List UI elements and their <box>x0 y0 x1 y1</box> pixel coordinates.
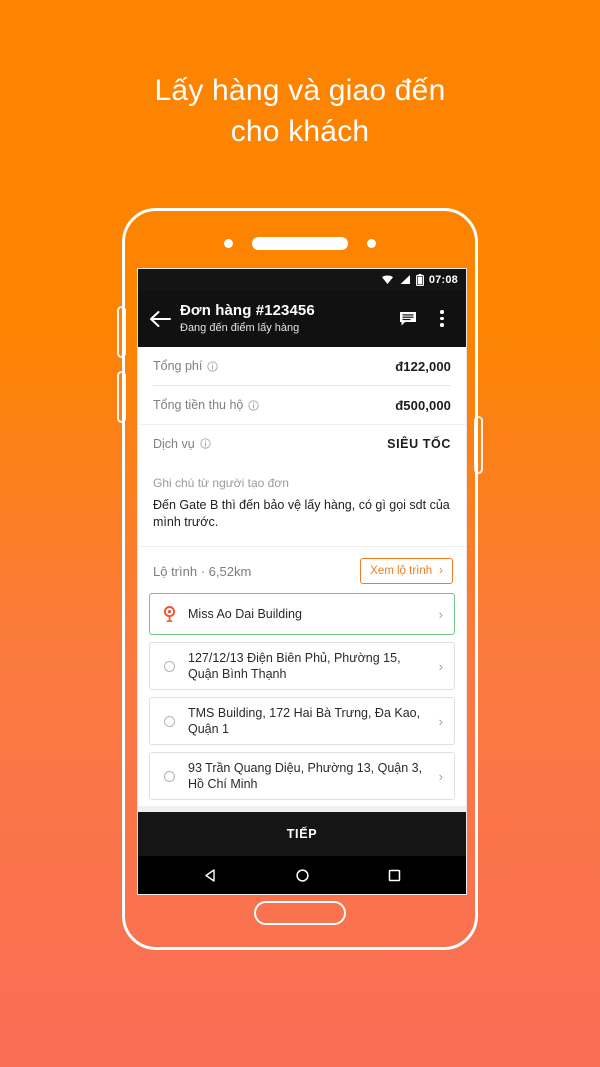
total-fee-label-text: Tổng phí <box>153 359 203 373</box>
route-item-text: 127/12/13 Điện Biên Phủ, Phường 15, Quận… <box>188 651 401 682</box>
chevron-right-icon: › <box>438 713 443 729</box>
total-fee-value: đ122,000 <box>395 358 451 374</box>
volume-up-button[interactable] <box>117 306 126 358</box>
route-header: Lộ trình · 6,52km Xem lộ trình › <box>138 547 466 594</box>
order-content: Tổng phí đ122,000 Tổng tiền thu hộ đ500,… <box>138 347 466 812</box>
info-icon[interactable] <box>200 438 211 449</box>
route-item-text: Miss Ao Dai Building <box>188 607 302 622</box>
android-recents-icon[interactable] <box>379 860 409 890</box>
chevron-right-icon: › <box>438 606 443 622</box>
cod-total-label: Tổng tiền thu hộ <box>153 398 260 412</box>
chevron-right-icon: › <box>438 768 443 784</box>
status-bar-time: 07:08 <box>428 273 458 286</box>
phone-home-button[interactable] <box>254 901 346 925</box>
service-label-text: Dịch vụ <box>153 436 195 451</box>
phone-speaker-row <box>125 236 475 250</box>
android-nav-bar <box>138 856 466 894</box>
info-icon[interactable] <box>248 399 260 411</box>
android-home-icon[interactable] <box>287 860 317 890</box>
note-text: Đến Gate B thì đến bảo vệ lấy hàng, có g… <box>153 498 450 530</box>
row-cod-total[interactable]: Tổng tiền thu hộ đ500,000 <box>138 386 466 424</box>
phone-screen: 07:08 Đơn hàng #123456 Đang đến điểm lấy… <box>137 268 467 895</box>
info-icon[interactable] <box>207 360 218 372</box>
row-service[interactable]: Dịch vụ SIÊU TỐC <box>138 425 466 463</box>
app-bar-titles: Đơn hàng #123456 Đang đến điểm lấy hàng <box>180 302 398 336</box>
order-status-subtitle: Đang đến điểm lấy hàng <box>180 321 300 334</box>
route-item-stop-2[interactable]: TMS Building, 172 Hai Bà Trưng, Đa Kao, … <box>149 697 455 746</box>
headline-line-1: Lấy hàng và giao đến <box>154 74 446 107</box>
phone-frame: 07:08 Đơn hàng #123456 Đang đến điểm lấy… <box>117 208 483 950</box>
camera-dot-icon <box>367 238 376 248</box>
speaker-grille-icon <box>252 236 348 250</box>
chevron-right-icon: › <box>439 565 443 578</box>
row-total-fee[interactable]: Tổng phí đ122,000 <box>138 347 466 385</box>
service-label: Dịch vụ <box>153 437 211 451</box>
cod-total-value: đ500,000 <box>395 397 451 413</box>
back-arrow-icon[interactable] <box>147 306 173 332</box>
app-bar: Đơn hàng #123456 Đang đến điểm lấy hàng <box>138 290 466 347</box>
view-route-button-label: Xem lộ trình <box>370 565 433 578</box>
route-item-stop-1[interactable]: 127/12/13 Điện Biên Phủ, Phường 15, Quận… <box>149 642 455 691</box>
order-title: Đơn hàng #123456 <box>180 301 315 319</box>
route-list: Miss Ao Dai Building › 127/12/13 Điện Bi… <box>138 593 466 807</box>
view-route-button[interactable]: Xem lộ trình › <box>360 558 453 585</box>
route-item-pickup[interactable]: Miss Ao Dai Building › <box>149 593 455 636</box>
route-item-stop-3[interactable]: 93 Trần Quang Diệu, Phường 13, Quận 3, H… <box>149 752 455 801</box>
pin-icon <box>161 606 177 622</box>
page-headline: Lấy hàng và giao đến cho khách <box>0 70 600 152</box>
circle-icon <box>161 715 177 727</box>
battery-icon <box>415 273 424 286</box>
circle-icon <box>161 770 177 782</box>
overflow-menu-icon[interactable] <box>432 308 452 330</box>
status-bar: 07:08 <box>138 269 466 290</box>
chevron-right-icon: › <box>438 658 443 674</box>
headline-line-2: cho khách <box>230 115 370 148</box>
app-bar-actions <box>398 308 455 330</box>
sensor-dot-icon <box>224 238 233 248</box>
service-card: Dịch vụ SIÊU TỐC <box>138 424 466 463</box>
android-back-icon[interactable] <box>195 860 225 890</box>
cod-total-label-text: Tổng tiền thu hộ <box>153 398 244 412</box>
signal-icon <box>400 275 410 284</box>
wifi-icon <box>381 275 393 284</box>
route-distance-label: Lộ trình · 6,52km <box>153 563 252 579</box>
power-button[interactable] <box>474 416 483 474</box>
chat-icon[interactable] <box>398 308 418 330</box>
route-item-text: 93 Trần Quang Diệu, Phường 13, Quận 3, H… <box>188 761 423 792</box>
summary-card: Tổng phí đ122,000 Tổng tiền thu hộ đ500,… <box>138 347 466 424</box>
route-item-text: TMS Building, 172 Hai Bà Trưng, Đa Kao, … <box>188 706 421 737</box>
circle-icon <box>161 660 177 672</box>
total-fee-label: Tổng phí <box>153 359 218 373</box>
service-value: SIÊU TỐC <box>387 436 451 451</box>
note-card: Ghi chú từ người tạo đơn Đến Gate B thì … <box>138 463 466 547</box>
volume-down-button[interactable] <box>117 371 126 423</box>
note-label: Ghi chú từ người tạo đơn <box>153 476 289 491</box>
continue-button[interactable]: TIẾP <box>138 812 466 856</box>
